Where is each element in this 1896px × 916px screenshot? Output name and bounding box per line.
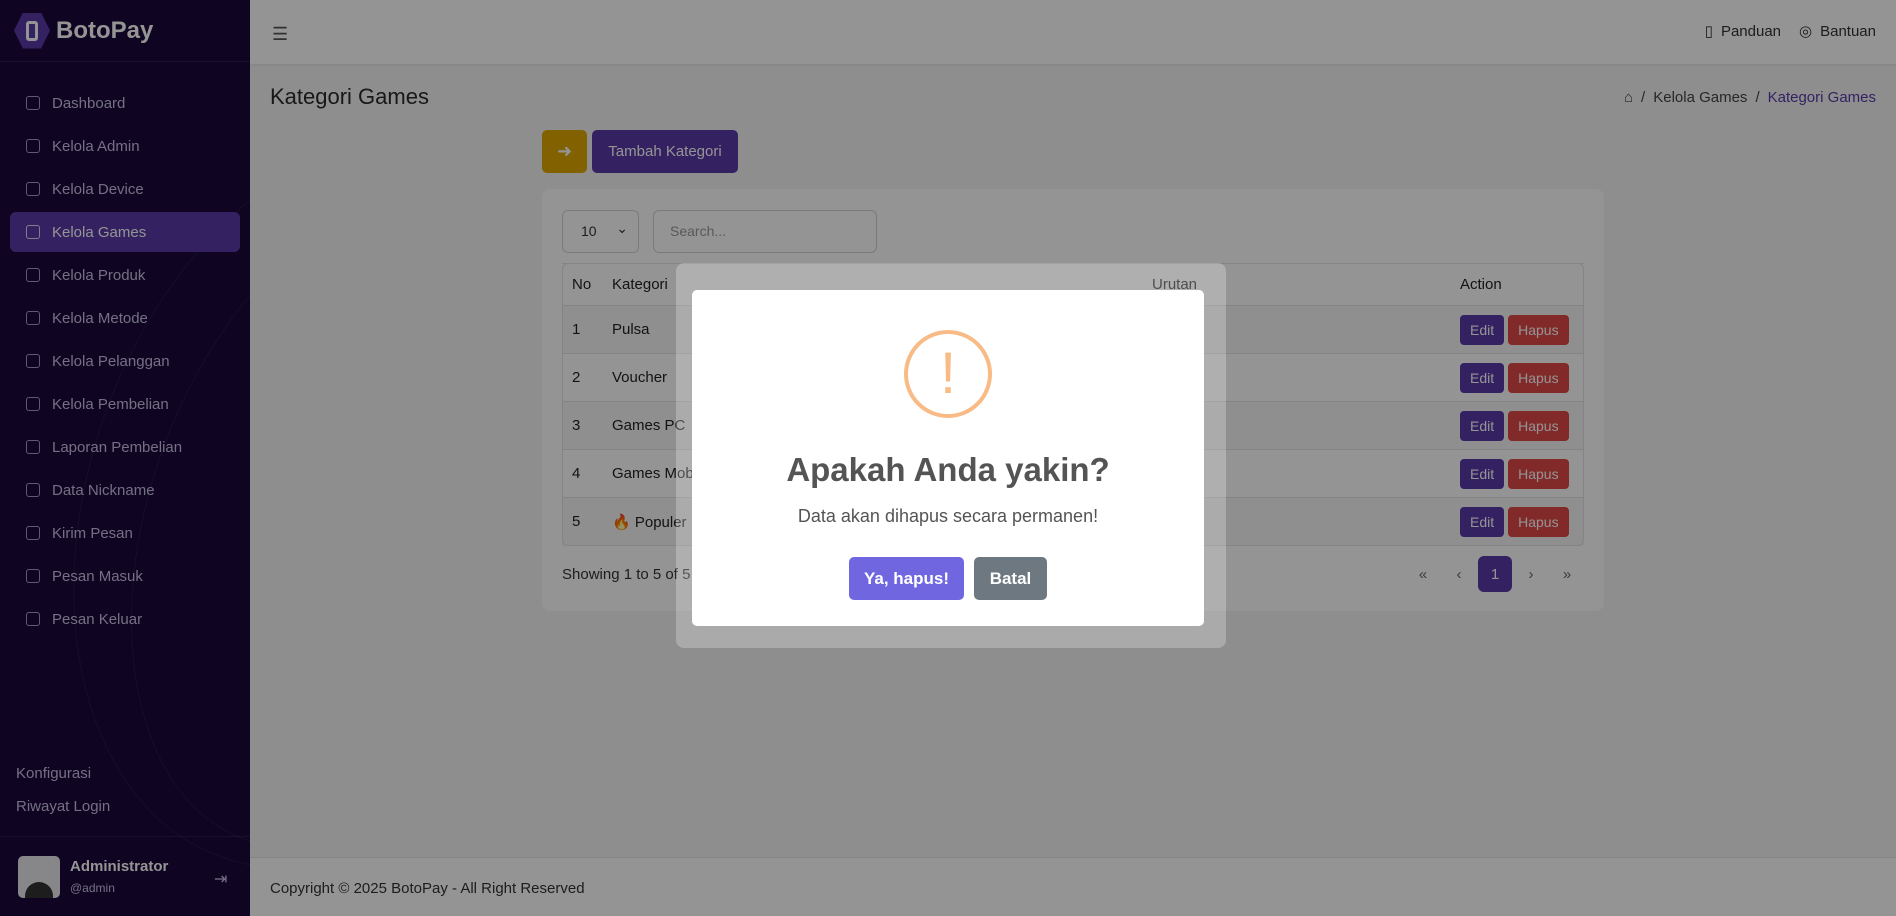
dialog-title: Apakah Anda yakin? — [786, 451, 1110, 488]
cancel-button[interactable]: Batal — [974, 557, 1047, 600]
warning-icon: ! — [904, 330, 992, 418]
confirm-delete-button[interactable]: Ya, hapus! — [849, 557, 964, 600]
dialog-text: Data akan dihapus secara permanen! — [797, 506, 1099, 526]
confirm-dialog: ! Apakah Anda yakin? Data akan dihapus s… — [692, 290, 1204, 626]
